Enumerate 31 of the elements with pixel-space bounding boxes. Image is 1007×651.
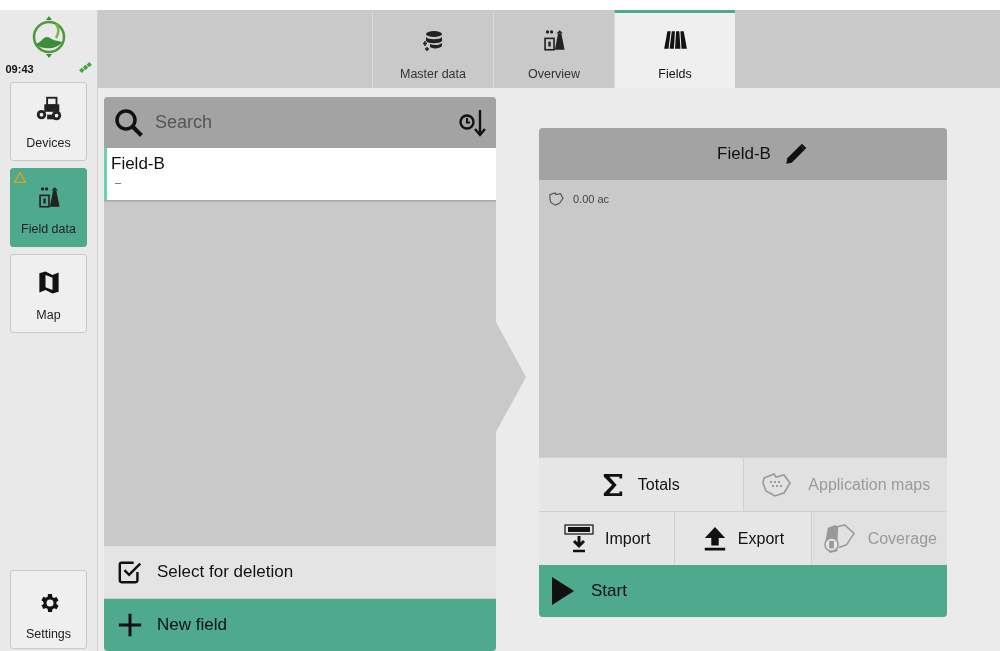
nav-button[interactable]: Field data — [10, 168, 87, 247]
nav-button[interactable]: Map — [10, 254, 87, 333]
field-detail: – — [115, 176, 123, 188]
area-value: 0.00 ac — [573, 193, 610, 205]
field-outline-icon — [547, 192, 565, 206]
start-button[interactable]: Start — [539, 565, 947, 617]
plus-icon — [117, 612, 143, 638]
select-for-deletion-button[interactable]: Select for deletion — [104, 546, 496, 599]
tab[interactable]: Master data — [372, 10, 493, 88]
nav-button[interactable]: Devices — [10, 82, 87, 161]
play-icon — [551, 576, 575, 606]
nav-button[interactable]: Settings — [10, 570, 87, 649]
database-icon — [421, 29, 445, 53]
field-list-item[interactable]: Field-B – — [104, 148, 496, 200]
search-icon — [104, 97, 153, 148]
import-button[interactable]: Import — [539, 512, 676, 565]
field-title: Field-B — [717, 144, 771, 164]
field-record-icon — [541, 27, 567, 53]
new-field-button[interactable]: New field — [104, 599, 496, 651]
clock-time: 09:43 — [5, 63, 34, 75]
tab[interactable]: Fields — [614, 10, 735, 88]
field-name: Field-B — [111, 154, 166, 174]
field-trash-icon — [821, 523, 858, 554]
search-field[interactable]: Search — [153, 97, 458, 148]
warning-icon — [14, 172, 26, 183]
checkbox-icon — [117, 559, 143, 585]
export-button[interactable]: Export — [675, 512, 812, 565]
totals-button[interactable]: Totals — [539, 458, 744, 511]
sort-by-time-icon[interactable] — [458, 97, 496, 148]
shp-import-icon — [563, 523, 595, 554]
sigma-icon — [601, 471, 624, 498]
